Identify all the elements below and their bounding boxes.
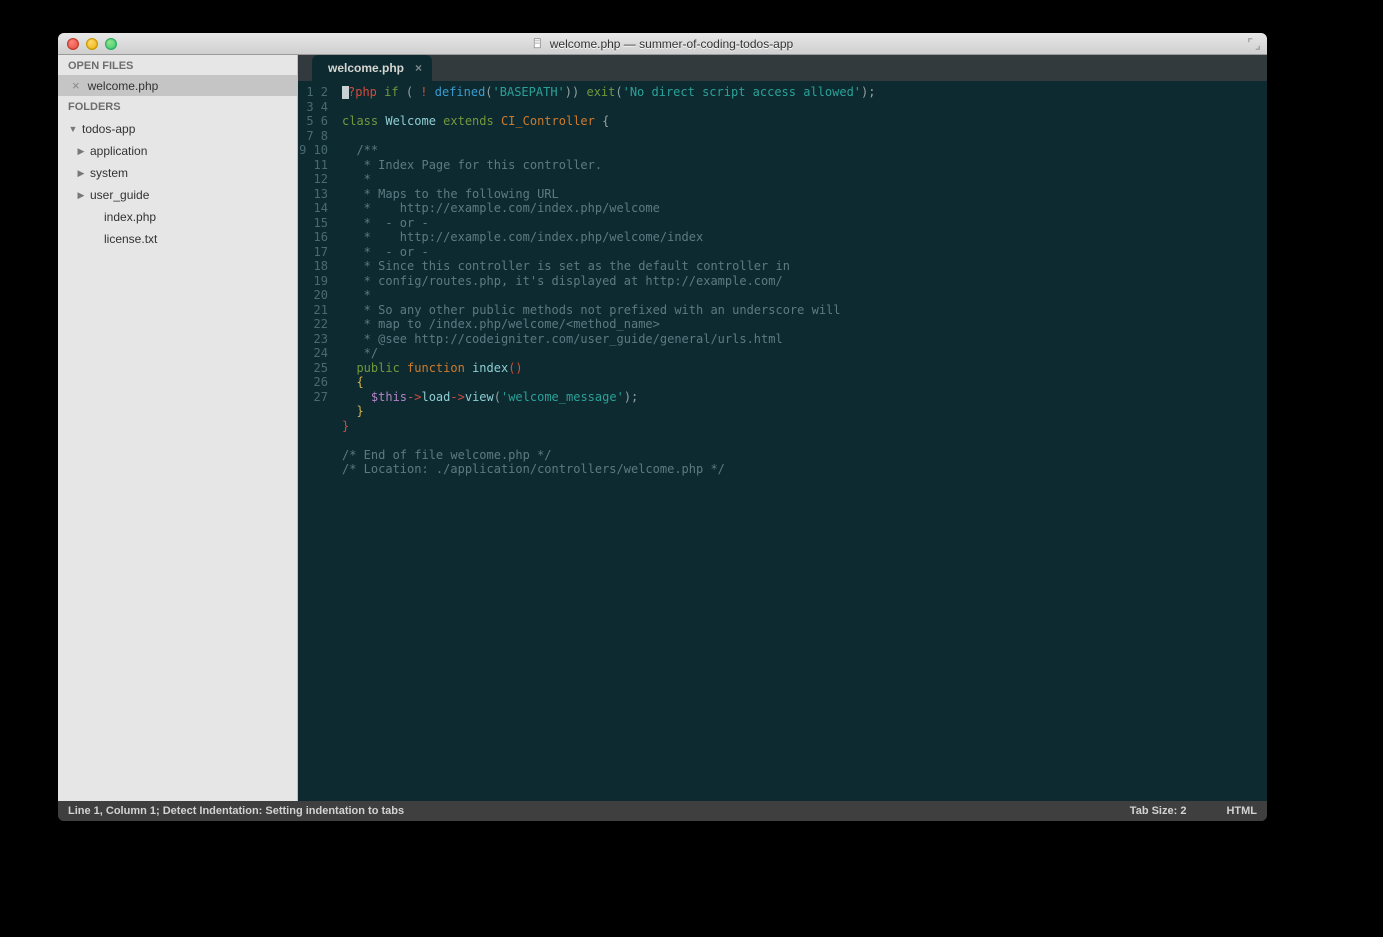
window-title: welcome.php — summer-of-coding-todos-app	[58, 37, 1267, 51]
tree-item[interactable]: ▶system	[58, 162, 297, 184]
status-left: Line 1, Column 1; Detect Indentation: Se…	[68, 805, 404, 817]
document-icon	[532, 38, 544, 50]
chevron-down-icon[interactable]: ▼	[68, 120, 78, 138]
tree-item-label: application	[90, 142, 147, 160]
tree-item[interactable]: ▶application	[58, 140, 297, 162]
tree-item-label: license.txt	[104, 230, 157, 248]
sidebar: OPEN FILES × welcome.php FOLDERS ▼todos-a…	[58, 55, 298, 801]
line-number-gutter: 1 2 3 4 5 6 7 8 9 10 11 12 13 14 15 16 1…	[298, 85, 336, 801]
open-file-label: welcome.php	[88, 79, 159, 93]
folder-tree: ▼todos-app▶application▶system▶user_guide…	[58, 116, 297, 256]
tree-item-label: system	[90, 164, 128, 182]
window-title-text: welcome.php — summer-of-coding-todos-app	[550, 37, 793, 51]
open-files-header: OPEN FILES	[58, 55, 297, 75]
tab-bar: welcome.php ×	[298, 55, 1267, 81]
chevron-right-icon[interactable]: ▶	[76, 164, 86, 182]
app-window: welcome.php — summer-of-coding-todos-app…	[58, 33, 1267, 821]
minimize-window-button[interactable]	[86, 38, 98, 50]
tree-item[interactable]: ▼todos-app	[58, 118, 297, 140]
status-syntax[interactable]: HTML	[1226, 805, 1257, 817]
tree-item[interactable]: index.php	[58, 206, 297, 228]
window-controls	[67, 38, 117, 50]
close-icon[interactable]: ×	[415, 61, 422, 75]
tree-item-label: index.php	[104, 208, 156, 226]
status-tab-size[interactable]: Tab Size: 2	[1130, 805, 1187, 817]
tree-item-label: todos-app	[82, 120, 135, 138]
titlebar[interactable]: welcome.php — summer-of-coding-todos-app	[58, 33, 1267, 55]
code-content[interactable]: ?php if ( ! defined('BASEPATH')) exit('N…	[336, 85, 1267, 801]
window-body: OPEN FILES × welcome.php FOLDERS ▼todos-a…	[58, 55, 1267, 801]
open-files-list: × welcome.php	[58, 75, 297, 96]
tree-item[interactable]: license.txt	[58, 228, 297, 250]
tree-item-label: user_guide	[90, 186, 149, 204]
status-bar: Line 1, Column 1; Detect Indentation: Se…	[58, 801, 1267, 821]
tab-label: welcome.php	[328, 61, 404, 75]
editor-tab[interactable]: welcome.php ×	[312, 55, 432, 81]
tree-item[interactable]: ▶user_guide	[58, 184, 297, 206]
chevron-right-icon[interactable]: ▶	[76, 142, 86, 160]
close-window-button[interactable]	[67, 38, 79, 50]
editor-area: welcome.php × 1 2 3 4 5 6 7 8 9 10 11 12 …	[298, 55, 1267, 801]
code-editor[interactable]: 1 2 3 4 5 6 7 8 9 10 11 12 13 14 15 16 1…	[298, 81, 1267, 801]
zoom-window-button[interactable]	[105, 38, 117, 50]
close-icon[interactable]: ×	[72, 78, 80, 93]
folders-header: FOLDERS	[58, 96, 297, 116]
chevron-right-icon[interactable]: ▶	[76, 186, 86, 204]
fullscreen-icon[interactable]	[1247, 37, 1261, 51]
open-file-item[interactable]: × welcome.php	[58, 75, 297, 96]
